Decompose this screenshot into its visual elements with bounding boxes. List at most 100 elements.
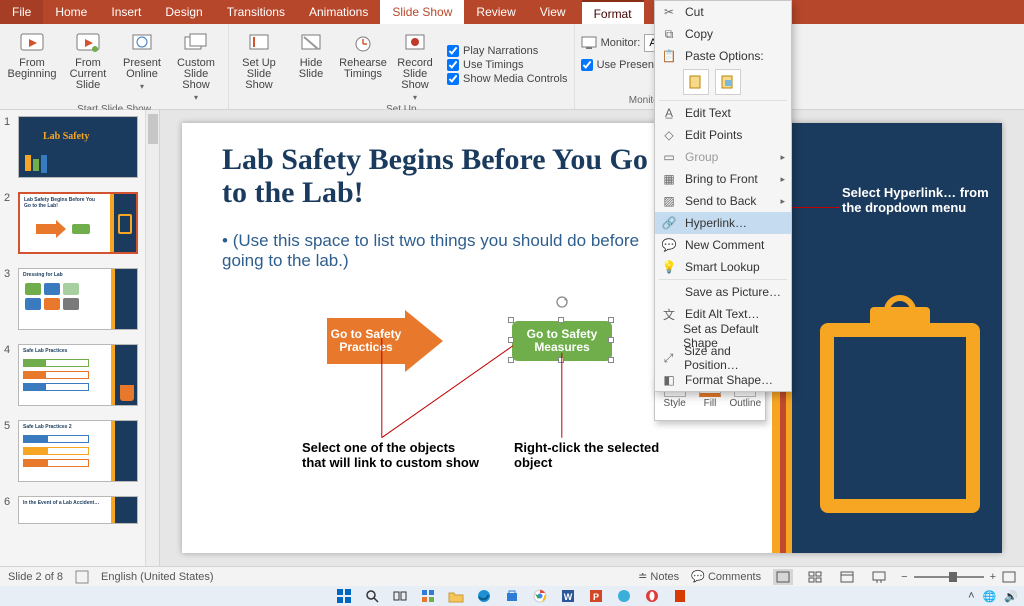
svg-text:W: W bbox=[564, 592, 573, 602]
ctx-edit-text[interactable]: A̲Edit Text bbox=[655, 102, 791, 124]
ctx-send-back[interactable]: ▨Send to Back▸ bbox=[655, 190, 791, 212]
taskbar-search-icon[interactable] bbox=[364, 588, 380, 604]
thumb-6[interactable]: 6 In the Event of a Lab Accident… bbox=[4, 496, 155, 524]
thumb-4[interactable]: 4 Safe Lab Practices bbox=[4, 344, 155, 406]
thumb-3[interactable]: 3 Dressing for Lab bbox=[4, 268, 155, 330]
store-icon[interactable] bbox=[504, 588, 520, 604]
smart-lookup-icon: 💡 bbox=[661, 259, 677, 275]
thumb-2[interactable]: 2 Lab Safety Begins Before You Go to the… bbox=[4, 192, 155, 254]
monitor-label: Monitor: bbox=[601, 37, 641, 49]
hide-slide-icon bbox=[297, 30, 325, 56]
tab-transitions[interactable]: Transitions bbox=[215, 0, 297, 24]
spellcheck-icon[interactable] bbox=[75, 570, 89, 584]
thumb-5[interactable]: 5 Safe Lab Practices 2 bbox=[4, 420, 155, 482]
red-line-1 bbox=[381, 338, 382, 438]
present-online-icon bbox=[128, 30, 156, 56]
rehearse-timings-button[interactable]: Rehearse Timings bbox=[339, 28, 387, 102]
ribbon-group-start: From Beginning From Current Slide Presen… bbox=[0, 24, 229, 109]
hyperlink-icon: 🔗 bbox=[661, 215, 677, 231]
record-icon bbox=[401, 30, 429, 56]
ctx-edit-points[interactable]: ◇Edit Points bbox=[655, 124, 791, 146]
thumbnail-panel[interactable]: 1 Lab Safety 2 Lab Safety Begins Before … bbox=[0, 110, 160, 566]
app-blue-icon[interactable] bbox=[616, 588, 632, 604]
setup-slideshow-button[interactable]: Set Up Slide Show bbox=[235, 28, 283, 102]
zoom-control[interactable]: − + bbox=[901, 571, 1016, 583]
thumb-scrollbar[interactable] bbox=[145, 110, 159, 566]
ctx-bring-front[interactable]: ▦Bring to Front▸ bbox=[655, 168, 791, 190]
record-slideshow-button[interactable]: Record Slide Show▾ bbox=[391, 28, 439, 102]
comments-button[interactable]: 💬 Comments bbox=[691, 570, 761, 583]
rotate-handle-icon[interactable] bbox=[555, 295, 569, 309]
language-indicator[interactable]: English (United States) bbox=[101, 571, 214, 583]
svg-text:P: P bbox=[593, 592, 599, 602]
ctx-copy[interactable]: ⧉Copy bbox=[655, 23, 791, 45]
system-tray[interactable]: ˄ 🌐 🔊 bbox=[968, 590, 1018, 603]
slideshow-view-button[interactable] bbox=[869, 569, 889, 585]
ctx-group: ▭Group▸ bbox=[655, 146, 791, 168]
powerpoint-icon[interactable]: P bbox=[588, 588, 604, 604]
alt-text-icon: ⽂ bbox=[661, 306, 677, 322]
office-icon[interactable] bbox=[672, 588, 688, 604]
monitor-icon bbox=[581, 36, 597, 50]
annotation-select-object: Select one of the objects that will link… bbox=[302, 441, 482, 471]
red-line-3 bbox=[561, 353, 562, 438]
play-narrations-check[interactable]: Play Narrations bbox=[447, 44, 568, 58]
title-tab-strip: File Home Insert Design Transitions Anim… bbox=[0, 0, 1024, 24]
normal-view-button[interactable] bbox=[773, 569, 793, 585]
reading-view-button[interactable] bbox=[837, 569, 857, 585]
zoom-slider[interactable] bbox=[914, 576, 984, 578]
slide-area[interactable]: Lab Safety Begins Before You Go to the L… bbox=[160, 110, 1024, 566]
tab-animations[interactable]: Animations bbox=[297, 0, 380, 24]
tab-review[interactable]: Review bbox=[464, 0, 527, 24]
from-current-button[interactable]: From Current Slide bbox=[62, 28, 114, 102]
tab-slideshow[interactable]: Slide Show bbox=[380, 0, 464, 24]
notes-button[interactable]: ≐ Notes bbox=[638, 570, 679, 583]
edge-icon[interactable] bbox=[476, 588, 492, 604]
ctx-format-shape[interactable]: ◧Format Shape… bbox=[655, 369, 791, 391]
ctx-cut[interactable]: ✂Cut bbox=[655, 1, 791, 23]
present-online-button[interactable]: Present Online▾ bbox=[118, 28, 166, 102]
thumb-1[interactable]: 1 Lab Safety bbox=[4, 116, 155, 178]
use-timings-check[interactable]: Use Timings bbox=[447, 58, 568, 72]
sorter-view-button[interactable] bbox=[805, 569, 825, 585]
ctx-save-picture[interactable]: Save as Picture… bbox=[655, 281, 791, 303]
tab-home[interactable]: Home bbox=[43, 0, 99, 24]
paste-icon: 📋 bbox=[661, 48, 677, 64]
hide-slide-button[interactable]: Hide Slide bbox=[287, 28, 335, 102]
widgets-icon[interactable] bbox=[420, 588, 436, 604]
show-media-check[interactable]: Show Media Controls bbox=[447, 72, 568, 86]
slide-indicator[interactable]: Slide 2 of 8 bbox=[8, 571, 63, 583]
tab-view[interactable]: View bbox=[528, 0, 578, 24]
arrow-head-icon bbox=[405, 310, 443, 372]
paste-keep-source-button[interactable] bbox=[683, 69, 709, 95]
zoom-out-icon[interactable]: − bbox=[901, 571, 907, 583]
arrow-shape[interactable]: Go to Safety Practices bbox=[327, 310, 447, 372]
start-button[interactable] bbox=[336, 588, 352, 604]
slide-title[interactable]: Lab Safety Begins Before You Go to the L… bbox=[222, 143, 662, 209]
ctx-new-comment[interactable]: 💬New Comment bbox=[655, 234, 791, 256]
fit-window-icon[interactable] bbox=[1002, 571, 1016, 583]
slide-bullet[interactable]: • (Use this space to list two things you… bbox=[222, 231, 642, 271]
tray-volume-icon[interactable]: 🔊 bbox=[1004, 590, 1018, 603]
from-beginning-button[interactable]: From Beginning bbox=[6, 28, 58, 102]
paste-picture-button[interactable] bbox=[715, 69, 741, 95]
tab-format[interactable]: Format bbox=[582, 0, 644, 24]
custom-slideshow-button[interactable]: Custom Slide Show▾ bbox=[170, 28, 222, 102]
chrome-icon[interactable] bbox=[532, 588, 548, 604]
tray-chevron-icon[interactable]: ˄ bbox=[968, 590, 974, 602]
ctx-hyperlink[interactable]: 🔗Hyperlink… bbox=[655, 212, 791, 234]
tray-network-icon[interactable]: 🌐 bbox=[983, 590, 997, 603]
explorer-icon[interactable] bbox=[448, 588, 464, 604]
tab-file[interactable]: File bbox=[0, 0, 43, 24]
size-icon: ⤢ bbox=[661, 350, 676, 366]
tab-design[interactable]: Design bbox=[153, 0, 214, 24]
opera-icon[interactable] bbox=[644, 588, 660, 604]
word-icon[interactable]: W bbox=[560, 588, 576, 604]
tab-insert[interactable]: Insert bbox=[99, 0, 153, 24]
ctx-size-position[interactable]: ⤢Size and Position… bbox=[655, 347, 791, 369]
copy-icon: ⧉ bbox=[661, 26, 677, 42]
zoom-in-icon[interactable]: + bbox=[990, 571, 996, 583]
task-view-icon[interactable] bbox=[392, 588, 408, 604]
ctx-smart-lookup[interactable]: 💡Smart Lookup bbox=[655, 256, 791, 278]
context-menu: ✂Cut ⧉Copy 📋Paste Options: A̲Edit Text ◇… bbox=[654, 0, 792, 392]
